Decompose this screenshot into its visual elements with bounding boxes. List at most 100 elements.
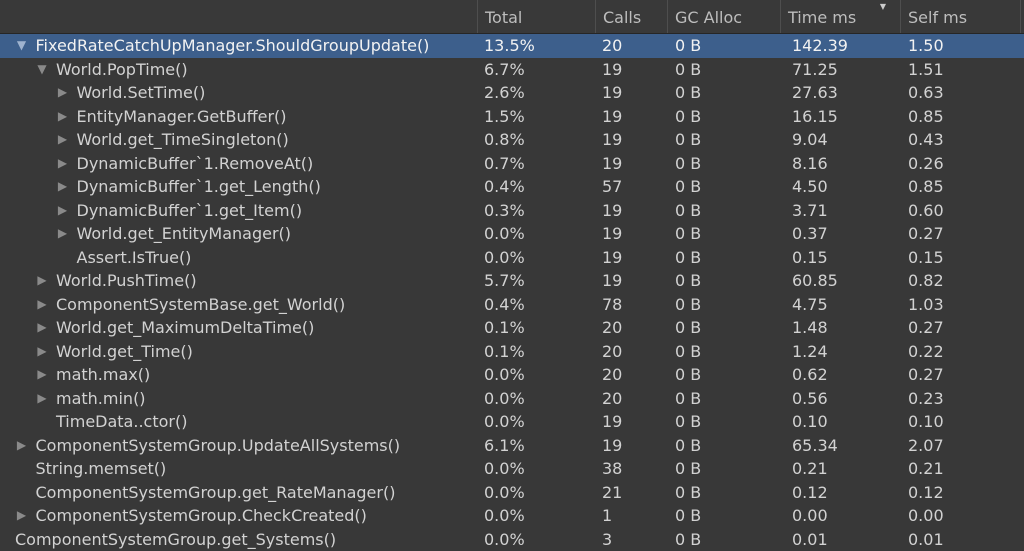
calls-count: 19 bbox=[602, 246, 622, 270]
expand-arrow-right-icon[interactable]: ▶ bbox=[35, 293, 49, 317]
expand-arrow-right-icon[interactable]: ▶ bbox=[56, 81, 70, 105]
gc-alloc: 0 B bbox=[675, 363, 701, 387]
calls-count: 38 bbox=[602, 457, 622, 481]
expand-arrow-down-icon[interactable]: ▼ bbox=[35, 58, 49, 82]
gc-alloc: 0 B bbox=[675, 222, 701, 246]
calls-count: 78 bbox=[602, 293, 622, 317]
table-row[interactable]: ▶World.get_EntityManager()0.0%190 B0.370… bbox=[0, 222, 1024, 246]
function-name: EntityManager.GetBuffer() bbox=[77, 105, 287, 129]
calls-count: 19 bbox=[602, 128, 622, 152]
table-row[interactable]: ▶World.get_Time()0.1%200 B1.240.22 bbox=[0, 340, 1024, 364]
total-percent: 6.1% bbox=[484, 434, 525, 458]
time-ms: 4.75 bbox=[792, 293, 828, 317]
expand-arrow-right-icon[interactable]: ▶ bbox=[35, 340, 49, 364]
table-row[interactable]: ▶ComponentSystemBase.get_World()0.4%780 … bbox=[0, 293, 1024, 317]
function-name: World.PushTime() bbox=[56, 269, 197, 293]
sort-descending-icon: ▼ bbox=[880, 2, 886, 12]
expand-arrow-right-icon[interactable]: ▶ bbox=[56, 175, 70, 199]
self-ms: 0.85 bbox=[908, 105, 944, 129]
expand-arrow-right-icon[interactable]: ▶ bbox=[35, 387, 49, 411]
total-percent: 0.4% bbox=[484, 175, 525, 199]
total-percent: 0.0% bbox=[484, 363, 525, 387]
self-ms: 0.82 bbox=[908, 269, 944, 293]
expand-arrow-right-icon[interactable]: ▶ bbox=[56, 199, 70, 223]
column-header-self-ms[interactable]: Self ms bbox=[900, 0, 1020, 33]
table-row[interactable]: ▶DynamicBuffer`1.get_Length()0.4%570 B4.… bbox=[0, 175, 1024, 199]
expand-arrow-right-icon[interactable]: ▶ bbox=[56, 152, 70, 176]
table-row[interactable]: ▶ComponentSystemGroup.UpdateAllSystems()… bbox=[0, 434, 1024, 458]
self-ms: 0.63 bbox=[908, 81, 944, 105]
self-ms: 1.03 bbox=[908, 293, 944, 317]
expand-arrow-down-icon[interactable]: ▼ bbox=[15, 34, 29, 58]
function-name: World.get_EntityManager() bbox=[77, 222, 292, 246]
self-ms: 0.22 bbox=[908, 340, 944, 364]
gc-alloc: 0 B bbox=[675, 128, 701, 152]
column-header-calls[interactable]: Calls bbox=[595, 0, 667, 33]
expand-arrow-right-icon[interactable]: ▶ bbox=[35, 269, 49, 293]
table-row[interactable]: ComponentSystemGroup.get_RateManager() 0.… bbox=[0, 481, 1024, 505]
time-ms: 0.21 bbox=[792, 457, 828, 481]
function-name: DynamicBuffer`1.get_Item() bbox=[77, 199, 303, 223]
self-ms: 0.43 bbox=[908, 128, 944, 152]
calls-count: 19 bbox=[602, 58, 622, 82]
expand-arrow-right-icon[interactable]: ▶ bbox=[56, 105, 70, 129]
table-row[interactable]: ▶math.max()0.0%200 B0.620.27 bbox=[0, 363, 1024, 387]
function-name: ComponentSystemGroup.get_RateManager() bbox=[36, 481, 396, 505]
table-row[interactable]: String.memset()0.0%380 B0.210.21 bbox=[0, 457, 1024, 481]
total-percent: 0.4% bbox=[484, 293, 525, 317]
self-ms: 0.10 bbox=[908, 410, 944, 434]
table-row[interactable]: ▶DynamicBuffer`1.RemoveAt()0.7%190 B8.16… bbox=[0, 152, 1024, 176]
expand-arrow-right-icon[interactable]: ▶ bbox=[56, 222, 70, 246]
gc-alloc: 0 B bbox=[675, 81, 701, 105]
table-row[interactable]: ▶math.min()0.0%200 B0.560.23 bbox=[0, 387, 1024, 411]
total-percent: 0.8% bbox=[484, 128, 525, 152]
self-ms: 0.15 bbox=[908, 246, 944, 270]
table-row[interactable]: ComponentSystemGroup.get_Systems()0.0%30… bbox=[0, 528, 1024, 551]
calls-count: 19 bbox=[602, 269, 622, 293]
expand-arrow-right-icon[interactable]: ▶ bbox=[15, 434, 29, 458]
table-row[interactable]: ▶ComponentSystemGroup.CheckCreated()0.0%… bbox=[0, 504, 1024, 528]
gc-alloc: 0 B bbox=[675, 434, 701, 458]
self-ms: 0.26 bbox=[908, 152, 944, 176]
profiler-hierarchy-list: ▼FixedRateCatchUpManager.ShouldGroupUpda… bbox=[0, 34, 1024, 551]
gc-alloc: 0 B bbox=[675, 528, 701, 551]
self-ms: 0.27 bbox=[908, 222, 944, 246]
table-row[interactable]: ▶DynamicBuffer`1.get_Item()0.3%190 B3.71… bbox=[0, 199, 1024, 223]
gc-alloc: 0 B bbox=[675, 293, 701, 317]
table-row[interactable]: ▶World.get_MaximumDeltaTime()0.1%200 B1.… bbox=[0, 316, 1024, 340]
table-row[interactable]: ▶EntityManager.GetBuffer()1.5%190 B16.15… bbox=[0, 105, 1024, 129]
table-row[interactable]: ▼World.PopTime()6.7%190 B71.251.51 bbox=[0, 58, 1024, 82]
time-ms: 0.12 bbox=[792, 481, 828, 505]
column-header-total[interactable]: Total bbox=[477, 0, 595, 33]
column-header-label: Self ms bbox=[908, 8, 967, 27]
table-row[interactable]: ▶World.SetTime()2.6%190 B27.630.63 bbox=[0, 81, 1024, 105]
table-row[interactable]: Assert.IsTrue()0.0%190 B0.150.15 bbox=[0, 246, 1024, 270]
self-ms: 0.21 bbox=[908, 457, 944, 481]
expand-arrow-right-icon[interactable]: ▶ bbox=[35, 363, 49, 387]
time-ms: 60.85 bbox=[792, 269, 838, 293]
gc-alloc: 0 B bbox=[675, 340, 701, 364]
column-header-gc-alloc[interactable]: GC Alloc bbox=[667, 0, 780, 33]
self-ms: 0.12 bbox=[908, 481, 944, 505]
self-ms: 0.27 bbox=[908, 316, 944, 340]
table-row[interactable]: TimeData..ctor()0.0%190 B0.100.10 bbox=[0, 410, 1024, 434]
column-header-label: Time ms bbox=[788, 8, 856, 27]
total-percent: 0.0% bbox=[484, 528, 525, 551]
function-name: FixedRateCatchUpManager.ShouldGroupUpdat… bbox=[36, 34, 430, 58]
gc-alloc: 0 B bbox=[675, 269, 701, 293]
function-name: World.get_Time() bbox=[56, 340, 193, 364]
expand-arrow-right-icon[interactable]: ▶ bbox=[35, 316, 49, 340]
expand-arrow-right-icon[interactable]: ▶ bbox=[56, 128, 70, 152]
function-name: Assert.IsTrue() bbox=[77, 246, 192, 270]
total-percent: 5.7% bbox=[484, 269, 525, 293]
calls-count: 3 bbox=[602, 528, 612, 551]
gc-alloc: 0 B bbox=[675, 410, 701, 434]
self-ms: 0.60 bbox=[908, 199, 944, 223]
function-name: DynamicBuffer`1.get_Length() bbox=[77, 175, 321, 199]
table-header: Total Calls GC Alloc Time ms ▼ Self ms bbox=[0, 0, 1024, 34]
table-row[interactable]: ▶World.get_TimeSingleton()0.8%190 B9.040… bbox=[0, 128, 1024, 152]
expand-arrow-right-icon[interactable]: ▶ bbox=[15, 504, 29, 528]
column-header-time-ms[interactable]: Time ms ▼ bbox=[780, 0, 900, 33]
table-row[interactable]: ▶ World.PushTime() 5.7% 19 0 B 60.85 0.82 bbox=[0, 269, 1024, 293]
table-row[interactable]: ▼ FixedRateCatchUpManager.ShouldGroupUpda… bbox=[0, 34, 1024, 58]
